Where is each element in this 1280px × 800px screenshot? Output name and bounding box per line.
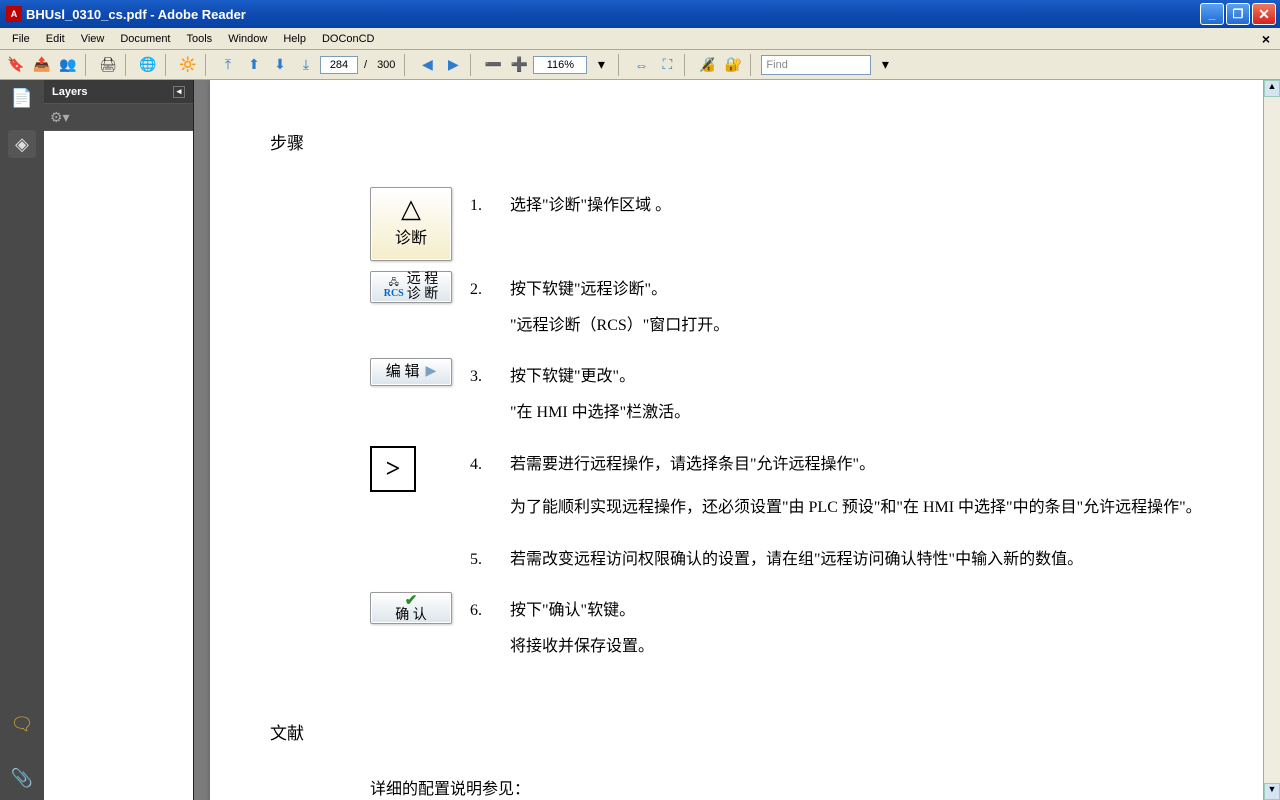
step-text: 按下软键"远程诊断"。 bbox=[510, 277, 1204, 303]
layers-header: Layers ◂ bbox=[44, 80, 193, 104]
step-number: 5. bbox=[470, 541, 510, 573]
layers-title: Layers bbox=[52, 86, 87, 98]
layers-tree[interactable] bbox=[44, 130, 193, 800]
toolbar: 🔖 📤 👥 🖨 🌐 🔆 ⤒ ⬆ ⬇ ⤓ / 300 ◀ ▶ ➖ ➕ 116% ▾… bbox=[0, 50, 1280, 80]
layers-panel-icon[interactable]: ◈ bbox=[8, 130, 36, 158]
zoom-in-icon[interactable]: ➕ bbox=[507, 53, 531, 77]
step-4: > 4. 若需要进行远程操作，请选择条目"允许远程操作"。为了能顺利实现远程操作… bbox=[370, 446, 1204, 531]
step-text: 为了能顺利实现远程操作，还必须设置"由 PLC 预设"和"在 HMI 中选择"中… bbox=[510, 495, 1204, 521]
collab-icon[interactable]: 👥 bbox=[56, 53, 80, 77]
step-text: 按下"确认"软键。 bbox=[510, 598, 1204, 624]
collapse-panel-icon[interactable]: ◂ bbox=[173, 86, 185, 98]
first-page-icon[interactable]: ⤒ bbox=[216, 53, 240, 77]
literature-text: 详细的配置说明参见： bbox=[370, 777, 1204, 800]
steps-heading: 步骤 bbox=[270, 130, 1204, 157]
export-icon[interactable]: 📤 bbox=[30, 53, 54, 77]
find-dropdown-icon[interactable]: ▾ bbox=[873, 53, 897, 77]
minimize-button[interactable]: _ bbox=[1200, 3, 1224, 25]
page-sep: / bbox=[360, 59, 371, 71]
print-icon[interactable]: 🖨 bbox=[96, 53, 120, 77]
step-text: 将接收并保存设置。 bbox=[510, 634, 1204, 660]
window-title: BHUsl_0310_cs.pdf - Adobe Reader bbox=[26, 7, 1200, 22]
scroll-down-icon[interactable]: ▼ bbox=[1264, 783, 1280, 800]
last-page-icon[interactable]: ⤓ bbox=[294, 53, 318, 77]
next-page-icon[interactable]: ⬇ bbox=[268, 53, 292, 77]
softkey-remote-diag-icon: 🖧RCS远 程诊 断 bbox=[370, 271, 452, 303]
gear-icon[interactable]: ⚙▾ bbox=[50, 109, 70, 126]
step-number: 1. bbox=[470, 187, 510, 219]
zoom-dropdown-icon[interactable]: ▾ bbox=[589, 53, 613, 77]
close-button[interactable]: ✕ bbox=[1252, 3, 1276, 25]
select-tool-icon[interactable]: 🔆 bbox=[176, 53, 200, 77]
zoom-input[interactable]: 116% bbox=[533, 56, 587, 74]
scroll-up-icon[interactable]: ▲ bbox=[1264, 80, 1280, 97]
find-input[interactable]: Find bbox=[761, 55, 871, 75]
zoom-out-icon[interactable]: ➖ bbox=[481, 53, 505, 77]
email-icon[interactable]: 🌐 bbox=[136, 53, 160, 77]
pdf-icon: A bbox=[6, 6, 22, 22]
menu-tools[interactable]: Tools bbox=[179, 31, 221, 47]
menu-edit[interactable]: Edit bbox=[38, 31, 73, 47]
step-text: "远程诊断（RCS）"窗口打开。 bbox=[510, 313, 1204, 339]
step-number: 4. bbox=[470, 446, 510, 478]
layers-toolbar: ⚙▾ bbox=[44, 104, 193, 130]
step-text: "在 HMI 中选择"栏激活。 bbox=[510, 400, 1204, 426]
step-text: 选择"诊断"操作区域 。 bbox=[510, 193, 1204, 219]
pages-panel-icon[interactable]: 📄 bbox=[8, 84, 36, 112]
step-3: 编 辑▶ 3. 按下软键"更改"。 "在 HMI 中选择"栏激活。 bbox=[370, 358, 1204, 435]
softkey-next-icon: > bbox=[370, 446, 416, 492]
step-number: 6. bbox=[470, 592, 510, 624]
menu-help[interactable]: Help bbox=[275, 31, 314, 47]
secure-icon[interactable]: 🔐 bbox=[721, 53, 745, 77]
back-view-icon[interactable]: ◀ bbox=[415, 53, 439, 77]
close-document-button[interactable]: × bbox=[1256, 31, 1276, 47]
scroll-track[interactable] bbox=[1264, 97, 1280, 783]
menu-document[interactable]: Document bbox=[112, 31, 178, 47]
page-total: 300 bbox=[373, 59, 399, 71]
step-2: 🖧RCS远 程诊 断 2. 按下软键"远程诊断"。 "远程诊断（RCS）"窗口打开… bbox=[370, 271, 1204, 348]
step-text: 若需要进行远程操作，请选择条目"允许远程操作"。 bbox=[510, 452, 1204, 478]
maximize-button[interactable]: ❐ bbox=[1226, 3, 1250, 25]
window-titlebar: A BHUsl_0310_cs.pdf - Adobe Reader _ ❐ ✕ bbox=[0, 0, 1280, 28]
literature-heading: 文献 bbox=[270, 720, 1204, 747]
menubar: File Edit View Document Tools Window Hel… bbox=[0, 28, 1280, 50]
prev-page-icon[interactable]: ⬆ bbox=[242, 53, 266, 77]
menu-doconcd[interactable]: DOConCD bbox=[314, 31, 383, 47]
main-area: 📄 ◈ 🗨 📎 Layers ◂ ⚙▾ 步骤 △诊断 1. 选择"诊断"操作区域… bbox=[0, 80, 1280, 800]
step-1: △诊断 1. 选择"诊断"操作区域 。 bbox=[370, 187, 1204, 261]
softkey-confirm-icon: ✔确 认 bbox=[370, 592, 452, 624]
menu-file[interactable]: File bbox=[4, 31, 38, 47]
attachments-panel-icon[interactable]: 📎 bbox=[8, 764, 36, 792]
pdf-page: 步骤 △诊断 1. 选择"诊断"操作区域 。 🖧RCS远 程诊 断 2. 按下软… bbox=[210, 80, 1264, 800]
step-text: 按下软键"更改"。 bbox=[510, 364, 1204, 390]
menu-view[interactable]: View bbox=[73, 31, 113, 47]
page-number-input[interactable] bbox=[320, 56, 358, 74]
bookmark-icon[interactable]: 🔖 bbox=[4, 53, 28, 77]
step-6: ✔确 认 6. 按下"确认"软键。将接收并保存设置。 bbox=[370, 592, 1204, 669]
comments-panel-icon[interactable]: 🗨 bbox=[8, 710, 36, 738]
forward-view-icon[interactable]: ▶ bbox=[441, 53, 465, 77]
layers-panel: Layers ◂ ⚙▾ bbox=[44, 80, 194, 800]
document-area: 步骤 △诊断 1. 选择"诊断"操作区域 。 🖧RCS远 程诊 断 2. 按下软… bbox=[194, 80, 1280, 800]
softkey-diagnosis-icon: △诊断 bbox=[370, 187, 452, 261]
sign-icon[interactable]: 🔏 bbox=[695, 53, 719, 77]
vertical-scrollbar[interactable]: ▲ ▼ bbox=[1263, 80, 1280, 800]
step-number: 3. bbox=[470, 358, 510, 390]
navigation-pane: 📄 ◈ 🗨 📎 bbox=[0, 80, 44, 800]
fit-page-icon[interactable]: ⛶ bbox=[655, 53, 679, 77]
step-number: 2. bbox=[470, 271, 510, 303]
menu-window[interactable]: Window bbox=[220, 31, 275, 47]
step-text: 若需改变远程访问权限确认的设置，请在组"远程访问确认特性"中输入新的数值。 bbox=[510, 547, 1204, 573]
fit-width-icon[interactable]: ⇔ bbox=[629, 53, 653, 77]
window-controls: _ ❐ ✕ bbox=[1200, 3, 1276, 25]
step-5: 5. 若需改变远程访问权限确认的设置，请在组"远程访问确认特性"中输入新的数值。 bbox=[370, 541, 1204, 583]
softkey-edit-icon: 编 辑▶ bbox=[370, 358, 452, 386]
